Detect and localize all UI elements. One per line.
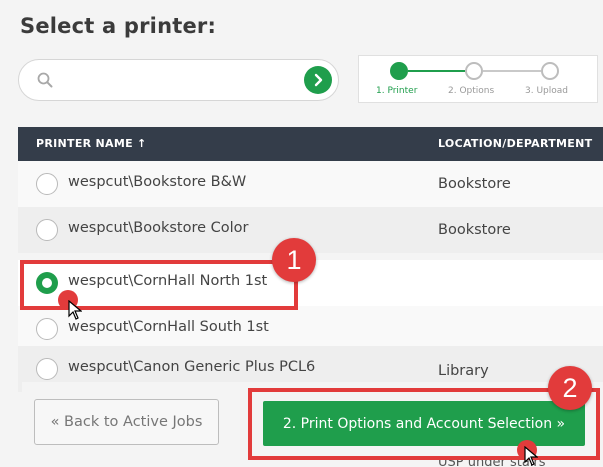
step-1-dot <box>390 62 408 80</box>
radio-button[interactable] <box>36 358 58 380</box>
radio-button[interactable] <box>36 318 58 340</box>
step-connector <box>483 70 541 72</box>
table-header: PRINTER NAME ↑ LOCATION/DEPARTMENT <box>18 127 603 161</box>
radio-button[interactable] <box>36 219 58 241</box>
highlight-box-next-button <box>248 388 600 460</box>
printer-location: Bookstore <box>438 176 511 192</box>
step-connector <box>408 70 465 72</box>
printer-location: Bookstore <box>438 222 511 238</box>
step-3-label: 3. Upload <box>525 86 568 96</box>
step-2-label: 2. Options <box>448 86 495 96</box>
step-2-dot <box>465 62 483 80</box>
back-to-active-jobs-button[interactable]: « Back to Active Jobs <box>34 399 219 445</box>
search-input[interactable] <box>63 68 303 92</box>
table-row[interactable]: wespcut\Bookstore B&W Bookstore <box>18 161 603 207</box>
step-3-dot <box>541 62 559 80</box>
callout-1: 1 <box>272 238 316 282</box>
progress-stepper: 1. Printer 2. Options 3. Upload <box>358 55 598 103</box>
cursor-icon <box>524 446 538 466</box>
cursor-icon <box>68 300 82 320</box>
search-icon <box>37 72 53 88</box>
page-title: Select a printer: <box>20 14 217 38</box>
printer-location: Library <box>438 363 489 379</box>
callout-2: 2 <box>548 366 592 410</box>
printer-name: wespcut\Bookstore Color <box>68 220 249 236</box>
search-go-button[interactable] <box>304 66 332 94</box>
chevron-right-icon <box>314 73 323 87</box>
step-1-label: 1. Printer <box>376 86 418 96</box>
radio-button[interactable] <box>36 173 58 195</box>
column-header-location[interactable]: LOCATION/DEPARTMENT <box>438 137 592 150</box>
search-box <box>18 59 339 101</box>
printer-name: wespcut\CornHall South 1st <box>68 319 269 335</box>
printer-name: wespcut\Canon Generic Plus PCL6 <box>68 359 316 375</box>
column-header-printer-name[interactable]: PRINTER NAME ↑ <box>36 137 147 150</box>
printer-name: wespcut\Bookstore B&W <box>68 174 247 190</box>
